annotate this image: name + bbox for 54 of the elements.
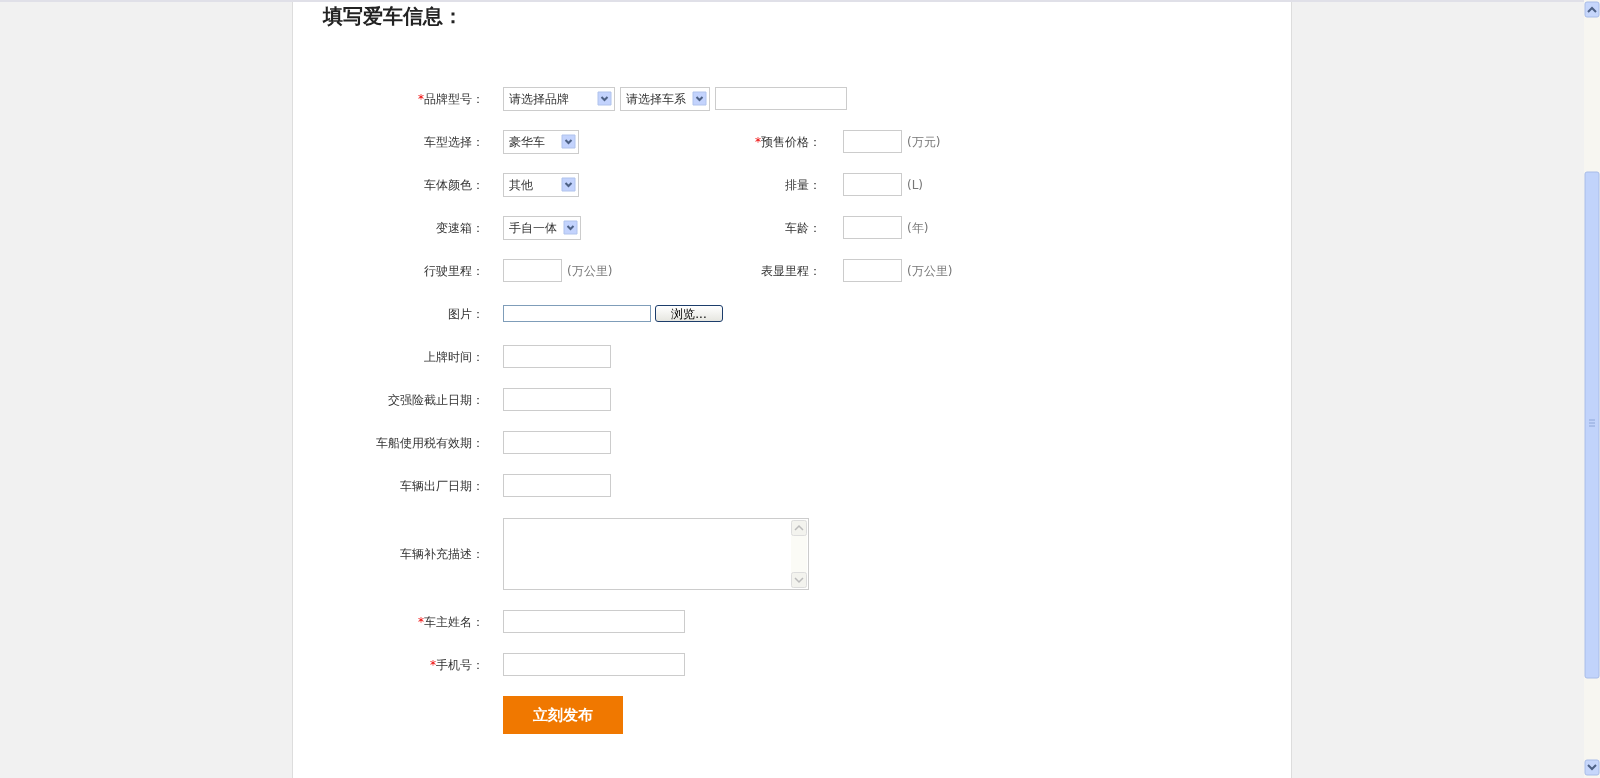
dropdown[interactable]: 请选择品牌 <box>503 86 615 111</box>
field-label: 排量： <box>785 177 821 192</box>
input-field[interactable] <box>715 87 847 110</box>
field-label: 表显里程： <box>761 263 821 278</box>
input-field[interactable] <box>843 216 902 239</box>
input-field[interactable] <box>843 130 902 153</box>
dropdown[interactable]: 其他 <box>503 172 579 197</box>
input-field[interactable] <box>503 653 685 676</box>
required-mark: * <box>418 91 424 106</box>
form-title: 填写爱车信息： <box>321 3 464 30</box>
input-field[interactable] <box>843 173 902 196</box>
text-area[interactable] <box>503 517 809 590</box>
field-label: 交强险截止日期： <box>388 392 484 407</box>
unit-label: (年) <box>907 219 929 237</box>
chevron-down-icon <box>561 177 576 192</box>
field-label: 图片： <box>448 306 484 321</box>
dropdown[interactable]: 豪华车 <box>503 129 579 154</box>
required-mark: * <box>418 614 424 629</box>
field-label: 车主姓名： <box>424 614 484 629</box>
chevron-down-icon <box>597 91 612 106</box>
required-mark: * <box>755 134 761 149</box>
field-label: 变速箱： <box>436 220 484 235</box>
field-label: 车船使用税有效期： <box>376 435 484 450</box>
input-field[interactable] <box>503 474 611 497</box>
field-label: 车龄： <box>785 220 821 235</box>
unit-label: (万元) <box>907 133 941 151</box>
scrollbar[interactable] <box>1584 0 1600 778</box>
chevron-down-icon <box>563 220 578 235</box>
field-label: 预售价格： <box>761 134 821 149</box>
dropdown[interactable]: 请选择车系 <box>620 86 710 111</box>
unit-label: (L) <box>907 176 924 194</box>
file-path-field[interactable] <box>503 305 651 322</box>
field-label: 品牌型号： <box>424 91 484 106</box>
field-label: 车型选择： <box>424 134 484 149</box>
chevron-down-icon <box>692 91 707 106</box>
input-field[interactable] <box>503 259 562 282</box>
field-label: 车辆补充描述： <box>400 546 484 561</box>
field-label: 上牌时间： <box>424 349 484 364</box>
field-label: 车体颜色： <box>424 177 484 192</box>
field-label: 行驶里程： <box>424 263 484 278</box>
input-field[interactable] <box>503 345 611 368</box>
input-field[interactable] <box>503 610 685 633</box>
field-label: 车辆出厂日期： <box>400 478 484 493</box>
required-mark: * <box>430 657 436 672</box>
unit-label: (万公里) <box>567 262 613 280</box>
input-field[interactable] <box>503 388 611 411</box>
browse-button[interactable]: 浏览... <box>655 305 723 322</box>
unit-label: (万公里) <box>907 262 953 280</box>
field-label: 手机号： <box>436 657 484 672</box>
chevron-down-icon <box>561 134 576 149</box>
scrollbar[interactable] <box>791 519 807 588</box>
input-field[interactable] <box>503 431 611 454</box>
input-field[interactable] <box>843 259 902 282</box>
dropdown[interactable]: 手自一体 <box>503 215 581 240</box>
